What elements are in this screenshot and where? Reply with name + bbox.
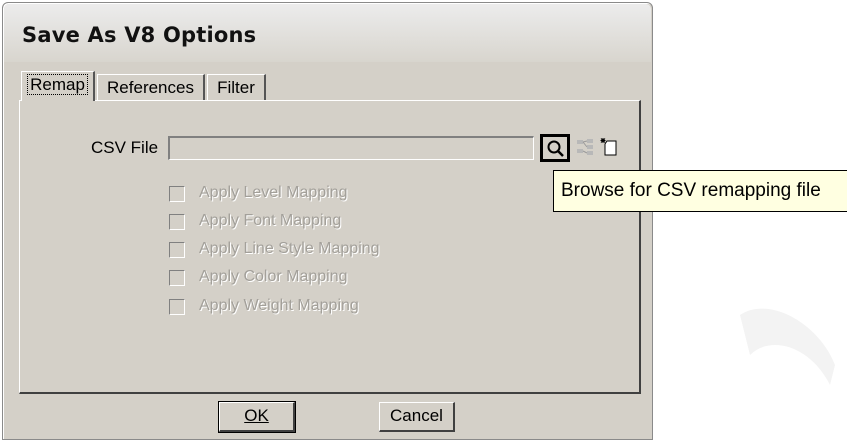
mapping-icon	[577, 139, 593, 155]
checkbox-box[interactable]	[169, 214, 185, 230]
csv-file-field[interactable]	[168, 136, 534, 160]
checkbox-label: Apply Font Mapping	[199, 212, 342, 229]
tab-filter[interactable]: Filter	[207, 74, 266, 100]
dialog-title: Save As V8 Options	[22, 23, 257, 47]
cancel-button-label: Cancel	[390, 406, 443, 425]
browse-csv-button[interactable]	[540, 134, 570, 162]
tab-remap-label: Remap	[27, 74, 88, 95]
ok-button-label: OK	[244, 406, 269, 425]
checkbox-box[interactable]	[169, 299, 185, 315]
save-as-v8-options-dialog: Save As V8 Options Remap References Filt…	[2, 2, 653, 440]
csv-file-label: CSV File	[91, 138, 159, 157]
cancel-button[interactable]: Cancel	[379, 402, 455, 432]
background-swoosh-shape	[740, 308, 835, 385]
tab-references-label: References	[107, 78, 194, 97]
search-icon	[547, 140, 564, 157]
checkbox-label: Apply Color Mapping	[199, 268, 348, 285]
ok-button[interactable]: OK	[218, 401, 296, 433]
new-file-icon-button[interactable]	[599, 136, 621, 160]
checkbox-box[interactable]	[169, 270, 185, 286]
tab-references[interactable]: References	[97, 74, 205, 100]
title-bar[interactable]: Save As V8 Options	[4, 4, 651, 62]
mapping-icon-button[interactable]	[575, 136, 597, 160]
checkbox-label: Apply Line Style Mapping	[199, 240, 380, 257]
browse-tooltip: Browse for CSV remapping file	[553, 170, 847, 212]
new-file-icon	[600, 138, 617, 156]
tab-remap[interactable]: Remap	[21, 71, 95, 101]
checkbox-label: Apply Weight Mapping	[199, 297, 359, 314]
tab-filter-label: Filter	[217, 78, 255, 97]
checkbox-box[interactable]	[169, 186, 185, 202]
checkbox-label: Apply Level Mapping	[199, 184, 348, 201]
checkbox-box[interactable]	[169, 242, 185, 258]
